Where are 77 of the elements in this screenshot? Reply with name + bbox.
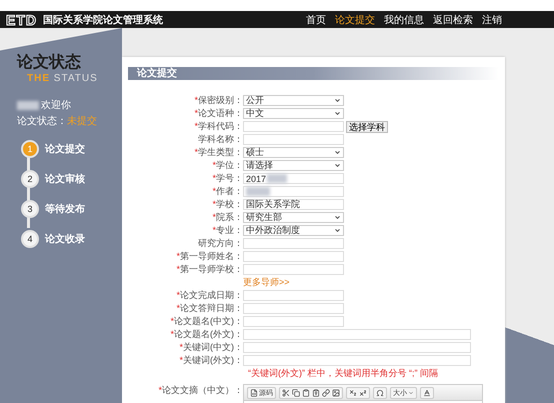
copy-icon[interactable] (292, 388, 300, 396)
input-field[interactable] (243, 329, 471, 340)
select-field[interactable]: 研究生部 (243, 212, 344, 223)
nav-link[interactable]: 我的信息 (384, 12, 424, 26)
field-label: *学号： (211, 172, 243, 185)
field-label: *论文答辩日期： (175, 302, 243, 315)
input-field[interactable]: 国际关系学院 (243, 199, 344, 210)
step-label[interactable]: 论文提交 (45, 142, 85, 156)
omega-icon[interactable] (376, 388, 384, 396)
nav-link[interactable]: 首页 (306, 12, 326, 26)
input-field[interactable] (243, 238, 344, 249)
link-icon[interactable] (322, 388, 330, 396)
redacted-blur (267, 174, 288, 183)
field-label: *学生类型： (193, 146, 243, 159)
field-label: *论文语种： (193, 107, 243, 120)
field-label: *论文题名(中文)： (169, 315, 243, 328)
select-field[interactable]: 请选择 (243, 160, 344, 171)
subscript-icon[interactable] (349, 388, 357, 396)
paste-text-icon[interactable] (312, 388, 320, 396)
input-field[interactable] (243, 186, 344, 197)
input-field[interactable] (243, 355, 471, 366)
input-field[interactable] (243, 290, 344, 301)
text-color-icon[interactable] (423, 388, 431, 396)
status-text: 论文状态：未提交 (17, 114, 98, 128)
step-label[interactable]: 等待发布 (45, 202, 85, 216)
field-label: *作者： (211, 185, 243, 198)
input-field[interactable] (243, 316, 344, 327)
input-field[interactable] (243, 251, 344, 262)
welcome-text: 欢迎你 (41, 98, 71, 112)
input-field[interactable] (243, 303, 344, 314)
redacted-blur (246, 187, 270, 196)
field-label: *第一导师姓名： (175, 250, 243, 263)
field-label: *学位： (211, 159, 243, 172)
input-field[interactable]: 2017 (243, 173, 344, 184)
hint-text: “关键词(外文)” 栏中，关键词用半角分号 “;” 间隔 (248, 367, 438, 380)
input-field[interactable] (243, 342, 471, 353)
superscript-icon[interactable] (359, 388, 367, 396)
select-field[interactable]: 中文 (243, 108, 344, 119)
select-field[interactable]: 中外政治制度 (243, 225, 344, 236)
paste-icon[interactable] (302, 388, 310, 396)
nav-link[interactable]: 论文提交 (335, 12, 375, 26)
choose-subject-button[interactable]: 选择学科 (346, 120, 388, 132)
field-label: *论文完成日期： (175, 289, 243, 302)
field-label: *关键词(中文)： (178, 341, 243, 354)
step-number: 4 (21, 230, 39, 248)
step-number: 1 (21, 140, 39, 158)
nav-link[interactable]: 返回检索 (433, 12, 473, 26)
field-label: *保密级别： (193, 94, 243, 107)
logo: ETD (6, 12, 37, 28)
input-field[interactable] (243, 264, 344, 275)
field-label: *第一导师学校： (175, 263, 243, 276)
step-label[interactable]: 论文审核 (45, 172, 85, 186)
field-label: *院系： (211, 211, 243, 224)
sidebar-subtitle: THE STATUS (27, 73, 99, 84)
input-field[interactable] (243, 134, 344, 145)
caret-icon (408, 390, 414, 396)
field-label: *专业： (211, 224, 243, 237)
field-label: *学校： (211, 198, 243, 211)
field-label: 学科名称： (197, 133, 243, 146)
field-label: *关键词(外文)： (178, 354, 243, 367)
field-label: 研究方向： (197, 237, 243, 250)
image-icon[interactable] (332, 388, 340, 396)
input-field[interactable] (243, 121, 344, 132)
step-number: 2 (21, 170, 39, 188)
nav-link[interactable]: 注销 (482, 12, 502, 26)
cut-icon[interactable] (282, 388, 290, 396)
redacted-blur (17, 100, 39, 110)
code-file-icon (250, 388, 258, 396)
field-label: *论文题名(外文)： (169, 328, 243, 341)
select-field[interactable]: 公开 (243, 95, 344, 106)
step-label[interactable]: 论文收录 (45, 232, 85, 246)
sidebar-title: 论文状态 (17, 52, 82, 73)
select-field[interactable]: 硕士 (243, 147, 344, 158)
field-label: *论文文摘（中文）： (157, 384, 243, 397)
site-title: 国际关系学院论文管理系统 (43, 14, 163, 26)
field-label: *学科代码： (193, 120, 243, 133)
step-number: 3 (21, 200, 39, 218)
